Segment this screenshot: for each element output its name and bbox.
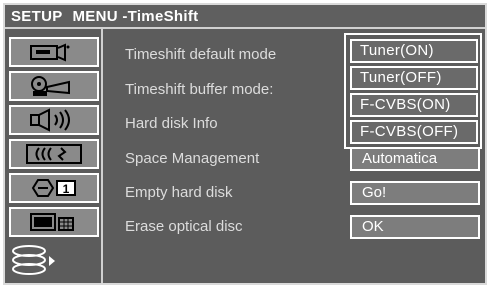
sidebar-item-clock[interactable]: 1	[9, 173, 99, 203]
monitor-icon	[30, 213, 74, 231]
sidebar-item-disk[interactable]	[9, 241, 99, 279]
option-f-cvbs-on[interactable]: F-CVBS(ON)	[350, 93, 478, 117]
menu-item-timeshift-default-mode[interactable]: Timeshift default mode	[125, 46, 276, 63]
play-arrow-icon	[49, 256, 55, 266]
sidebar-item-camcorder[interactable]	[9, 37, 99, 67]
menu-item-timeshift-buffer-mode[interactable]: Timeshift buffer mode:	[125, 81, 273, 98]
title-bar: SETUP MENU -TimeShift	[5, 5, 485, 29]
empty-hard-disk-button[interactable]: Go!	[350, 181, 480, 205]
sidebar-item-display[interactable]	[9, 207, 99, 237]
clock-icon: 1	[31, 179, 76, 197]
clock-badge: 1	[63, 182, 70, 196]
sidebar-item-subtitle[interactable]	[9, 139, 99, 169]
title-setup: SETUP	[11, 8, 63, 25]
erase-optical-disc-button[interactable]: OK	[350, 215, 480, 239]
setup-menu-window: SETUP MENU -TimeShift 1 Timeshift defaul…	[3, 3, 487, 285]
page-title: SETUP MENU -TimeShift	[11, 8, 198, 25]
timeshift-mode-dropdown[interactable]: Tuner(ON) Tuner(OFF) F-CVBS(ON) F-CVBS(O…	[344, 33, 482, 149]
option-tuner-on[interactable]: Tuner(ON)	[350, 39, 478, 63]
option-f-cvbs-off[interactable]: F-CVBS(OFF)	[350, 120, 478, 144]
menu-item-space-management[interactable]: Space Management	[125, 150, 259, 167]
title-menu: MENU -TimeShift	[72, 8, 199, 25]
menu-item-hard-disk-info[interactable]: Hard disk Info	[125, 115, 218, 132]
sidebar: 1	[5, 29, 103, 283]
disk-stack-icon	[12, 245, 55, 275]
film-projector-icon	[31, 76, 70, 96]
sidebar-item-film[interactable]	[9, 71, 99, 101]
space-management-value[interactable]: Automatica	[350, 147, 480, 171]
menu-item-erase-optical-disc[interactable]: Erase optical disc	[125, 218, 243, 235]
sidebar-item-audio[interactable]	[9, 105, 99, 135]
option-tuner-off[interactable]: Tuner(OFF)	[350, 66, 478, 90]
subtitle-icon	[26, 144, 82, 164]
speaker-icon	[30, 108, 70, 132]
camcorder-icon	[30, 43, 70, 62]
menu-item-empty-hard-disk[interactable]: Empty hard disk	[125, 184, 233, 201]
